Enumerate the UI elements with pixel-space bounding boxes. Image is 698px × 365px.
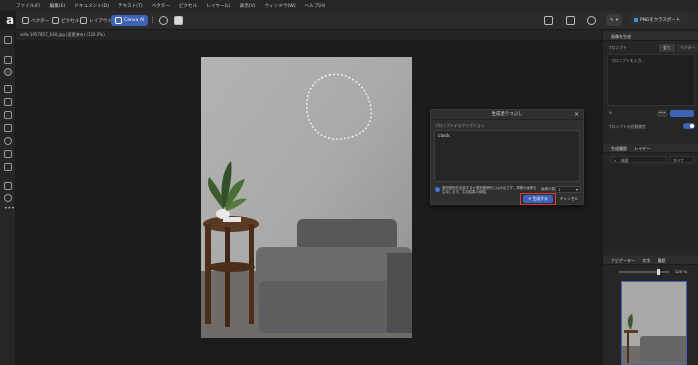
filter-select[interactable]: すべて [670,156,694,163]
fill-tool-icon[interactable] [4,137,12,145]
expand-option-row: 選択範囲を拡張するか選択範囲外にはみ出さず、周囲の画像を生成します。生成結果の調… [435,186,581,194]
vector-mode-label: ベクター [31,18,50,24]
prompt-label: プロンプトデスクリプション [435,123,485,128]
tab-character[interactable]: 文字 [642,258,650,263]
tab-all[interactable]: 全て [659,44,675,52]
brush-tool-icon[interactable] [4,111,12,119]
filter-label: すべて [673,158,684,163]
prompt-placeholder: プロンプトを入力... [611,58,645,63]
adjust-icon[interactable] [159,16,168,25]
clone-tool-icon[interactable] [4,150,12,158]
more-options-icon[interactable]: ••• [657,110,667,117]
export-icon [634,18,638,22]
zoom-value: 120 % [675,269,688,274]
text-tool-icon[interactable] [4,163,12,171]
layers-tab[interactable]: レイヤー [634,146,650,151]
menu-file[interactable]: ファイル(F) [16,3,41,9]
navigator-header: ナビゲーター 文字 履歴 [603,256,698,265]
chevron-down-icon: ▾ [615,17,618,23]
layout-mode-button[interactable]: レイアウト [80,15,112,26]
menu-text[interactable]: テキスト(T) [118,3,143,9]
attach-icon[interactable]: ⊘ [609,110,612,115]
select-tool-icon[interactable] [4,98,12,106]
move-tool-icon[interactable] [4,36,12,44]
send-prompt-button[interactable] [670,110,694,117]
tab-navigator[interactable]: ナビゲーター [611,258,635,263]
prompt-textarea[interactable]: clock [434,130,580,182]
sofa-photo [201,57,412,338]
layout-mode-label: レイアウト [89,18,112,24]
prompt-input-box[interactable]: プロンプトを入力... [607,54,695,106]
menu-window[interactable]: ウィンドウ(W) [265,3,296,9]
zoom-slider-handle[interactable] [657,269,660,275]
grid-icon[interactable] [566,16,575,25]
pen-tool-dropdown[interactable]: ✎ ▾ [606,14,622,26]
search-input[interactable]: ⌕ 検索 [611,156,667,163]
vector-mode-button[interactable]: ベクター [22,15,49,26]
close-icon[interactable]: × [574,111,579,119]
tab-vector[interactable]: ベクター [677,44,698,52]
history-tab[interactable]: 生成履歴 [611,146,627,151]
left-toolbar: ••• [0,30,16,365]
menu-bar: ファイル(F) 編集(E) ドキュメント(D) テキスト(T) ベクター ピクセ… [0,0,698,11]
canvas-image[interactable] [201,57,412,338]
generate-button[interactable]: ✦ 生成する [523,195,553,203]
canva-ai-button[interactable]: Canva AI [111,15,149,26]
right-panel: 画像を生成 プロンプト 全て ベクター プロンプトを入力... ⊘ ••• プロ… [602,30,698,365]
generative-fill-dialog: 生成塗りつぶし × プロンプトデスクリプション clock 選択範囲を拡張するか… [430,109,584,205]
export-label: PNGをクラスポート [640,18,680,23]
menu-document[interactable]: ドキュメント(D) [74,3,109,9]
auto-complete-label: プロンプトの自動補完 [608,124,646,129]
dialog-title: 生成塗りつぶし [431,110,583,120]
image-count-value: 1 [558,187,561,192]
image-count-label: 画像の数 [541,187,556,191]
prompt-type-label: プロンプト [608,45,627,50]
menu-vector[interactable]: ベクター [152,3,170,9]
menu-help[interactable]: ヘルプ(H) [305,3,326,9]
sparkle-icon [115,17,122,24]
eyedropper-tool-icon[interactable] [4,194,12,202]
document-tab[interactable]: sofa-1957857_640.jpg (変更済み) (120.0%) [16,30,602,40]
pixel-icon [52,17,59,24]
navigator-thumbnail[interactable] [621,281,687,365]
canva-ai-label: Canva AI [124,18,145,23]
chevron-down-icon: ▾ [576,187,578,192]
toolbar: ベクター ピクセル レイアウト Canva AI ⋮ ✎ ▾ PNGをクラスポー… [16,11,698,30]
menu-pixel[interactable]: ピクセル [179,3,197,9]
generate-image-header[interactable]: 画像を生成 [603,32,698,41]
app-logo-icon: a [5,13,15,27]
menu-view[interactable]: 表示(V) [240,3,256,9]
thumbnail-image [622,282,686,364]
pixel-mode-button[interactable]: ピクセル [52,15,79,26]
auto-complete-toggle[interactable] [683,123,695,129]
more-options-icon[interactable]: ⋮ [149,16,158,25]
history-list [603,166,698,250]
pixel-mode-label: ピクセル [61,18,80,24]
search-icon: ⌕ [614,158,617,163]
search-placeholder: 検索 [621,158,629,163]
image-count-select[interactable]: 1 ▾ [555,186,581,193]
generate-label: 生成する [532,196,548,201]
crop-tool-icon[interactable] [4,85,12,93]
vector-icon [22,17,29,24]
expand-checkbox[interactable] [435,187,440,192]
tab-history[interactable]: 履歴 [658,258,666,263]
eraser-tool-icon[interactable] [4,124,12,132]
layers-tool-icon[interactable] [4,56,12,64]
menu-layer[interactable]: レイヤー(L) [206,3,230,9]
history-header: 生成履歴 レイヤー [603,144,698,153]
more-tools-icon[interactable]: ••• [4,206,15,214]
cancel-button[interactable]: キャンセル [557,195,581,203]
pen-icon: ✎ [610,17,614,23]
frame-icon[interactable] [174,16,183,25]
export-button[interactable]: PNGをクラスポート [630,14,687,26]
ai-tool-icon[interactable] [4,68,12,76]
layout-icon [80,17,87,24]
zoom-slider[interactable] [619,269,669,275]
gallery-icon[interactable] [544,16,553,25]
hand-tool-icon[interactable] [4,182,12,190]
link-icon[interactable] [587,16,596,25]
menu-edit[interactable]: 編集(E) [50,3,66,9]
